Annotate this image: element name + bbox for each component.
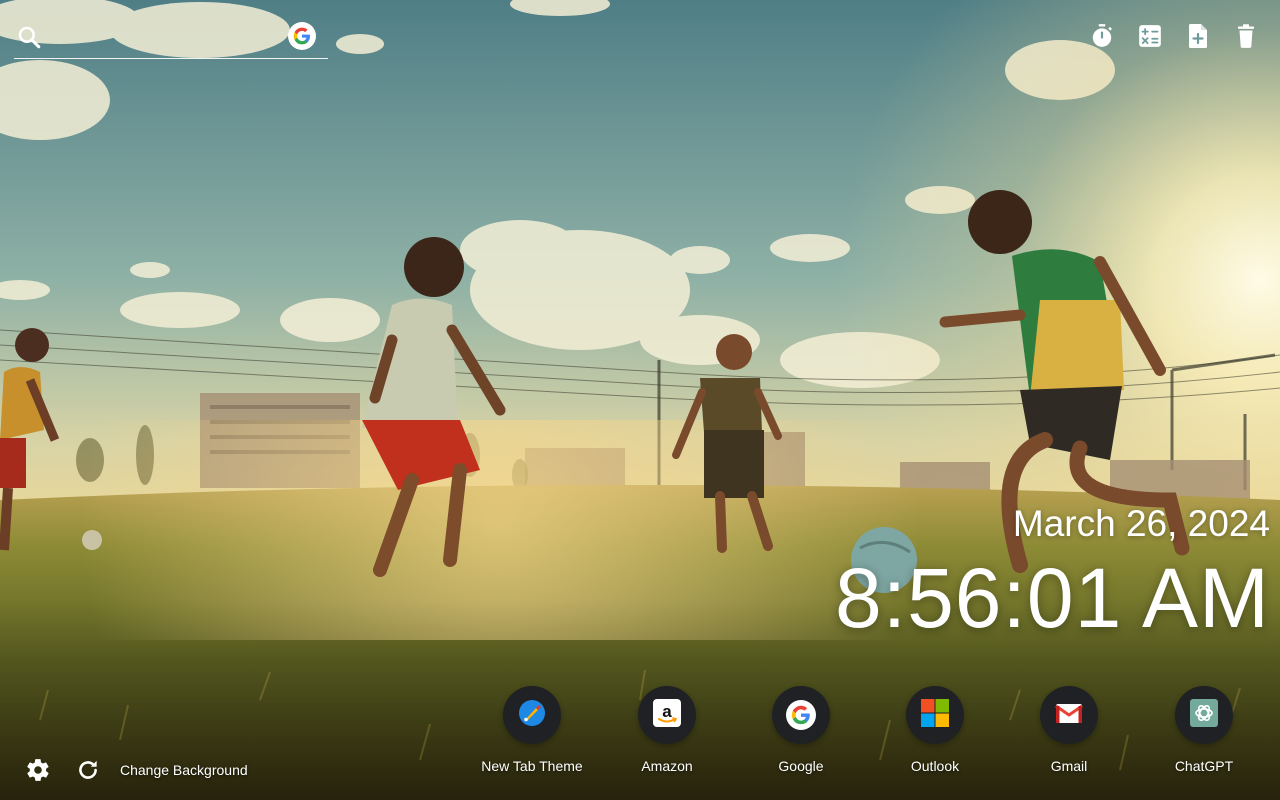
time-display: 8:56:01 AM — [835, 551, 1270, 645]
shortcut-outlook[interactable]: Outlook — [870, 686, 1000, 774]
refresh-icon[interactable] — [74, 756, 102, 784]
shortcut-icon-container — [1175, 686, 1233, 744]
shortcut-label: ChatGPT — [1174, 758, 1234, 774]
chatgpt-icon — [1189, 698, 1219, 733]
svg-text:a: a — [662, 702, 672, 721]
shortcut-icon-container — [906, 686, 964, 744]
background-image — [0, 0, 1280, 800]
toolbar — [1088, 22, 1260, 50]
shortcut-label: New Tab Theme — [481, 758, 583, 774]
shortcut-amazon[interactable]: a Amazon — [602, 686, 732, 774]
shortcut-chatgpt[interactable]: ChatGPT — [1139, 686, 1269, 774]
search-bar — [14, 18, 328, 59]
shortcut-icon-container — [772, 686, 830, 744]
shortcut-label: Outlook — [910, 758, 960, 774]
gear-icon[interactable] — [24, 756, 52, 784]
google-icon — [786, 700, 816, 730]
google-icon[interactable] — [288, 22, 316, 50]
amazon-icon: a — [652, 698, 682, 733]
date-display: March 26, 2024 — [1012, 503, 1270, 544]
gmail-icon — [1054, 698, 1084, 733]
trash-icon[interactable] — [1232, 22, 1260, 50]
new-tab-theme-icon — [517, 698, 547, 733]
shortcut-icon-container: a — [638, 686, 696, 744]
timer-icon[interactable] — [1088, 22, 1116, 50]
search-input[interactable] — [50, 24, 284, 52]
calculator-icon[interactable] — [1136, 22, 1164, 50]
search-icon[interactable] — [16, 24, 42, 50]
shortcut-label: Google — [778, 758, 824, 774]
change-background-button[interactable]: Change Background — [120, 762, 248, 778]
shortcut-new-tab-theme[interactable]: New Tab Theme — [467, 686, 597, 774]
footer-controls: Change Background — [24, 756, 248, 784]
shortcut-gmail[interactable]: Gmail — [1004, 686, 1134, 774]
shortcut-google[interactable]: Google — [736, 686, 866, 774]
shortcut-icon-container — [503, 686, 561, 744]
shortcut-icon-container — [1040, 686, 1098, 744]
shortcut-label: Amazon — [641, 758, 693, 774]
new-tab-page: March 26, 2024 8:56:01 AM New Tab Theme — [0, 0, 1280, 800]
microsoft-icon — [920, 698, 950, 733]
shortcut-label: Gmail — [1050, 758, 1088, 774]
new-note-icon[interactable] — [1184, 22, 1212, 50]
